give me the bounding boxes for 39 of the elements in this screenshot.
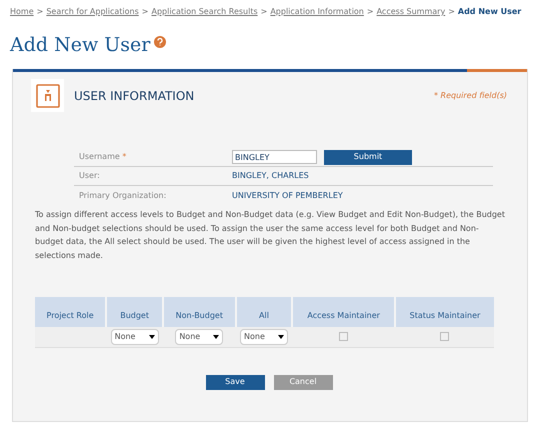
field-label: User:: [79, 170, 101, 182]
caret-icon: [148, 334, 155, 339]
username-field[interactable]: BINGLEY: [232, 150, 317, 164]
dropdown[interactable]: None: [110, 328, 159, 345]
page-title: Add New User: [10, 36, 150, 55]
column-header: Access Maintainer: [292, 297, 395, 327]
breadcrumb-separator: >: [448, 6, 455, 18]
dropdown[interactable]: None: [175, 328, 224, 345]
breadcrumb-link[interactable]: Search for Applications: [46, 6, 139, 18]
panel-title: USER INFORMATION: [74, 88, 194, 104]
required-note: * Required field(s): [434, 90, 507, 102]
column-header: Project Role: [35, 297, 106, 327]
breadcrumb-current: Add New User: [458, 6, 522, 18]
field-label: Username *: [79, 151, 128, 163]
breadcrumb-separator: >: [142, 6, 148, 18]
column-header: Status Maintainer: [394, 297, 494, 327]
help-icon[interactable]: [154, 36, 166, 48]
field-label: Primary Organization:: [79, 190, 168, 202]
field-value: BINGLEY, CHARLES: [232, 170, 309, 182]
checkbox[interactable]: [339, 332, 348, 342]
column-header: Budget: [106, 297, 164, 327]
submit-button[interactable]: Submit: [324, 150, 412, 164]
save-button[interactable]: Save: [206, 374, 264, 390]
breadcrumb-link[interactable]: Home: [10, 6, 34, 18]
instructions-text: To assign different access levels to Budget and Non-Budget data (e.g. View Budget and Edit Non-Budget), the Budget and Non-budget selections should be used. To assign the user the same access level for both Budget and Non-budget data, the All select should be used. The user will be given the highest level of access assigned in the selections made.: [35, 209, 505, 262]
column-header: All: [236, 297, 292, 327]
person-icon: [31, 79, 64, 112]
checkbox[interactable]: [440, 332, 449, 342]
breadcrumb-separator: >: [366, 6, 374, 18]
caret-icon: [213, 334, 220, 339]
dropdown[interactable]: None: [240, 328, 288, 345]
breadcrumb-link[interactable]: Application Search Results: [151, 6, 258, 18]
caret-icon: [278, 334, 284, 339]
breadcrumb-link[interactable]: Access Summary: [376, 6, 446, 18]
column-header: Non-Budget: [163, 297, 236, 327]
breadcrumb-separator: >: [260, 6, 268, 18]
breadcrumb-link[interactable]: Application Information: [270, 6, 364, 18]
breadcrumb-separator: >: [36, 6, 44, 18]
field-value: UNIVERSITY OF PEMBERLEY: [232, 190, 343, 202]
